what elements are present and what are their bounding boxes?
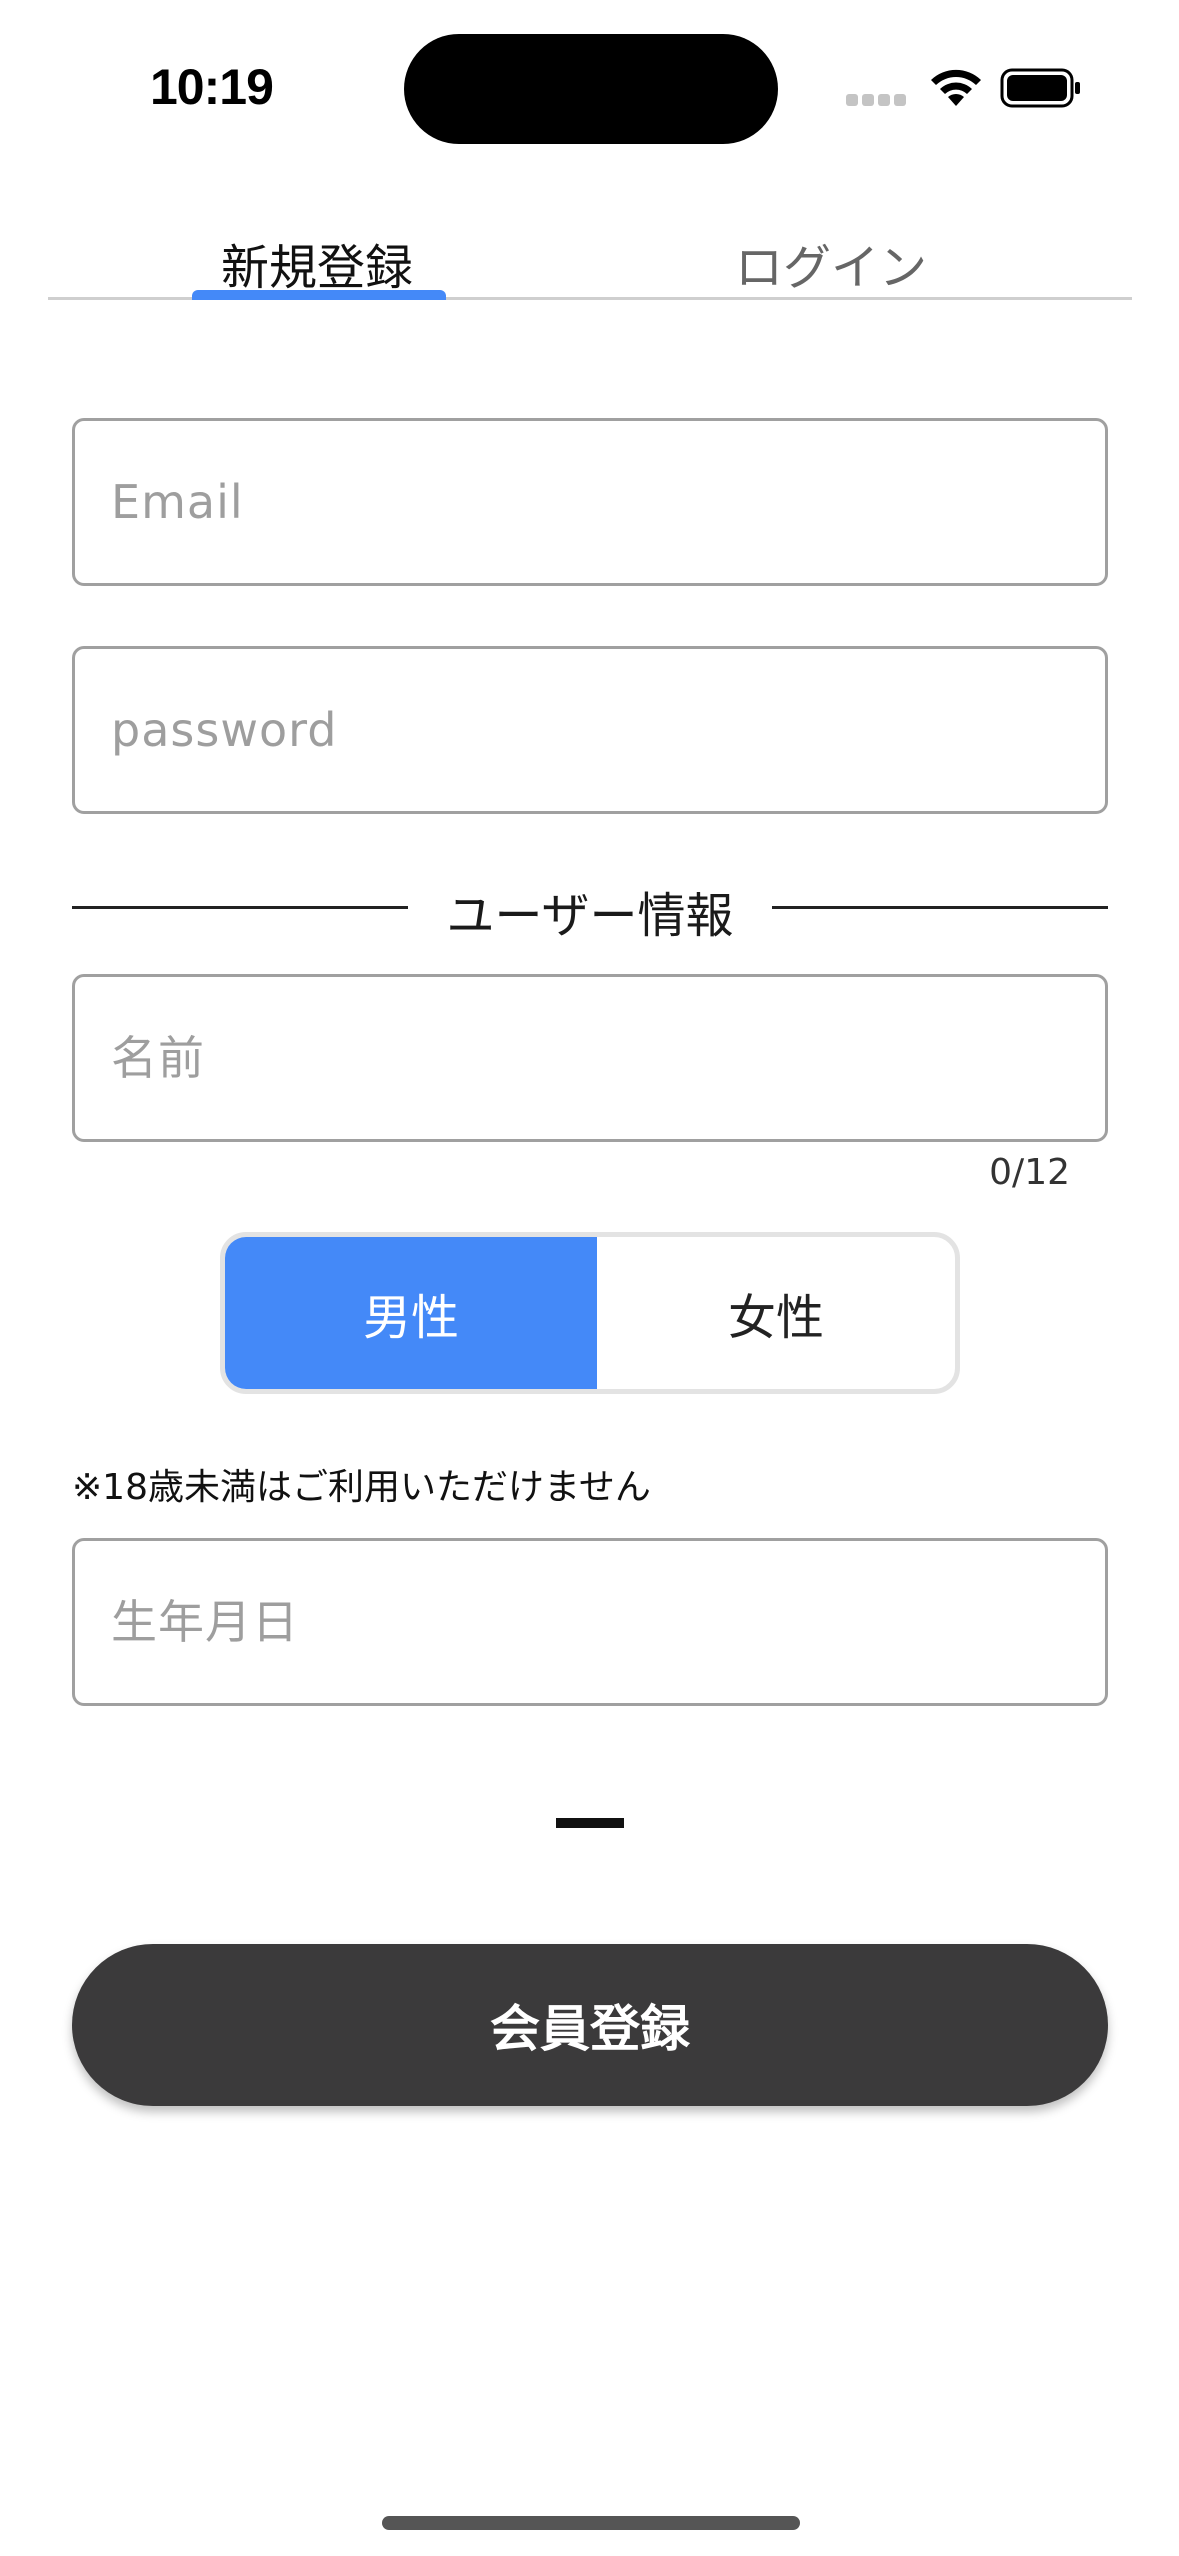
user-info-divider: ユーザー情報 [72,870,1108,950]
name-input[interactable] [111,977,1071,1139]
email-field[interactable] [72,418,1108,586]
age-restriction-note: ※18歳未満はご利用いただけません [72,1467,651,1508]
gender-segmented-control: 男性 女性 [220,1232,960,1394]
password-field[interactable] [72,646,1108,814]
register-button[interactable]: 会員登録 [72,1944,1108,2106]
tab-login[interactable]: ログイン [704,228,958,300]
name-field[interactable] [72,974,1108,1142]
auth-tabs: 新規登録 ログイン [48,200,1132,300]
dash-mark [556,1818,624,1828]
section-title: ユーザー情報 [446,888,734,944]
gender-option-male[interactable]: 男性 [225,1237,597,1389]
birthdate-input[interactable] [111,1541,1071,1703]
password-input[interactable] [111,649,1071,811]
divider-line-left [72,906,408,909]
cellular-signal-icon [846,94,906,106]
home-indicator [382,2516,800,2530]
name-character-counter: 0/12 [989,1152,1070,1193]
email-input[interactable] [111,421,1071,583]
battery-icon [1000,68,1080,108]
tab-selected-indicator [192,290,446,300]
status-time: 10:19 [150,59,274,115]
divider-line-right [772,906,1108,909]
birthdate-field[interactable] [72,1538,1108,1706]
gender-option-female[interactable]: 女性 [597,1237,955,1389]
dynamic-island [404,34,778,144]
wifi-icon [931,69,981,106]
